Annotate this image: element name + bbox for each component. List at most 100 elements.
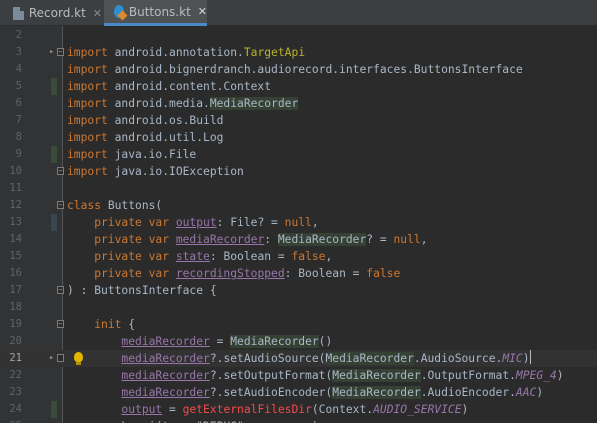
- code-line[interactable]: 13 private var output: File? = null,: [0, 214, 597, 231]
- code-line[interactable]: 9 import java.io.File: [0, 146, 597, 163]
- code-text[interactable]: import android.media.MediaRecorder: [67, 95, 299, 112]
- code-editor[interactable]: 2 3 ▸ − import android.annotation.TargetApi 4…: [0, 26, 597, 423]
- code-line[interactable]: 25 Log.i(tag: "DEBUG", msg: ...): [0, 418, 597, 423]
- code-token: false: [291, 250, 326, 263]
- code-token: MediaRecorder: [325, 352, 414, 365]
- code-text[interactable]: init {: [67, 316, 135, 333]
- code-text[interactable]: mediaRecorder = MediaRecorder(): [67, 333, 332, 350]
- fold-toggle-icon[interactable]: −: [57, 286, 64, 294]
- code-text[interactable]: mediaRecorder?.setOutputFormat(MediaReco…: [67, 367, 564, 384]
- code-line[interactable]: 7 import android.os.Build: [0, 112, 597, 129]
- code-line[interactable]: 12 − class Buttons(: [0, 197, 597, 214]
- code-token: MPEG_4: [515, 369, 557, 382]
- tab-buttons-kt[interactable]: Buttons.kt ✕: [104, 0, 207, 26]
- code-line[interactable]: 5 import android.content.Context: [0, 78, 597, 95]
- code-token: private var: [67, 216, 176, 229]
- code-token: MediaRecorder: [332, 386, 421, 399]
- code-token: AAC: [515, 386, 537, 399]
- code-token: : Boolean =: [284, 267, 367, 280]
- close-tab-icon[interactable]: ✕: [93, 7, 102, 20]
- fold-toggle-icon[interactable]: −: [57, 320, 64, 328]
- vcs-added-marker[interactable]: [51, 146, 57, 163]
- code-text[interactable]: private var output: File? = null,: [67, 214, 318, 231]
- code-text[interactable]: import android.content.Context: [67, 78, 271, 95]
- code-line[interactable]: 24 output = getExternalFilesDir(Context.…: [0, 401, 597, 418]
- code-token: mediaRecorder: [175, 233, 265, 246]
- code-text[interactable]: Log.i(tag: "DEBUG", msg: ...): [67, 418, 318, 423]
- code-line[interactable]: 19 − init {: [0, 316, 597, 333]
- code-token: : File? =: [216, 216, 285, 229]
- tab-record-kt[interactable]: Record.kt ✕: [0, 0, 102, 26]
- code-line[interactable]: 4 import android.bignerdranch.audiorecord…: [0, 61, 597, 78]
- code-token: import: [67, 46, 115, 59]
- code-token: output: [121, 403, 163, 416]
- code-text[interactable]: class Buttons(: [67, 197, 162, 214]
- code-line[interactable]: 14 private var mediaRecorder: MediaRecor…: [0, 231, 597, 248]
- code-token: android.bignerdranch.audiorecord.interfa…: [114, 63, 523, 76]
- code-token: MediaRecorder: [277, 233, 367, 246]
- code-token: import: [67, 114, 115, 127]
- code-line[interactable]: 22 mediaRecorder?.setOutputFormat(MediaR…: [0, 367, 597, 384]
- code-token: TargetApi: [243, 46, 306, 59]
- code-line[interactable]: 16 private var recordingStopped: Boolean…: [0, 265, 597, 282]
- code-token: java.io.File: [114, 148, 197, 161]
- line-number: 20: [9, 335, 22, 347]
- gutter-arrow-icon[interactable]: ▸: [49, 44, 54, 61]
- code-text[interactable]: import android.os.Build: [67, 112, 223, 129]
- code-text[interactable]: private var state: Boolean = false,: [67, 248, 332, 265]
- fold-toggle-icon[interactable]: [57, 354, 64, 362]
- code-token: MediaRecorder: [230, 335, 319, 348]
- code-line[interactable]: 20 mediaRecorder = MediaRecorder(): [0, 333, 597, 350]
- code-line[interactable]: 11: [0, 180, 597, 197]
- line-number: 11: [9, 182, 22, 194]
- fold-toggle-icon[interactable]: −: [57, 201, 64, 209]
- vcs-modified-marker[interactable]: [51, 214, 57, 231]
- close-tab-icon[interactable]: ✕: [198, 5, 207, 18]
- code-line[interactable]: 18: [0, 299, 597, 316]
- code-line[interactable]: 6 import android.media.MediaRecorder: [0, 95, 597, 112]
- code-text[interactable]: private var recordingStopped: Boolean = …: [67, 265, 400, 282]
- code-token: null: [284, 216, 312, 229]
- code-line[interactable]: 10 − import java.io.IOException: [0, 163, 597, 180]
- vcs-added-marker[interactable]: [51, 78, 57, 95]
- code-token: Buttons(: [107, 199, 163, 212]
- ide-window: Record.kt ✕ Buttons.kt ✕ 2 3 ▸ − import andr…: [0, 0, 597, 423]
- code-line[interactable]: 8 import android.util.Log: [0, 129, 597, 146]
- code-text[interactable]: output = getExternalFilesDir(Context.AUD…: [67, 401, 468, 418]
- code-text[interactable]: import android.util.Log: [67, 129, 223, 146]
- code-token: mediaRecorder: [121, 352, 210, 365]
- code-line[interactable]: 17 −) : ButtonsInterface {: [0, 282, 597, 299]
- code-text[interactable]: private var mediaRecorder: MediaRecorder…: [67, 231, 428, 248]
- fold-toggle-icon[interactable]: −: [57, 48, 64, 56]
- code-text[interactable]: import android.annotation.TargetApi: [67, 44, 305, 61]
- code-token: private var: [67, 267, 176, 280]
- code-line[interactable]: 3 ▸ − import android.annotation.TargetApi: [0, 44, 597, 61]
- code-token: android.annotation.: [114, 46, 244, 59]
- code-token: AUDIO_SERVICE: [373, 403, 462, 416]
- code-text[interactable]: mediaRecorder?.setAudioEncoder(MediaReco…: [67, 384, 543, 401]
- code-token: getExternalFilesDir: [182, 403, 312, 416]
- vcs-added-marker[interactable]: [51, 401, 57, 418]
- code-token: ): [461, 403, 469, 416]
- code-text[interactable]: mediaRecorder?.setAudioSource(MediaRecor…: [67, 350, 531, 367]
- code-token: import: [67, 80, 115, 93]
- code-text[interactable]: import java.io.File: [67, 146, 196, 163]
- gutter-arrow-icon[interactable]: ▸: [49, 350, 54, 367]
- code-text[interactable]: import java.io.IOException: [67, 163, 244, 180]
- code-token: import: [67, 97, 115, 110]
- code-token: mediaRecorder: [121, 369, 210, 382]
- code-token: ?.setOutputFormat(: [209, 369, 333, 382]
- code-token: MediaRecorder: [209, 97, 299, 110]
- code-line[interactable]: 2: [0, 27, 597, 44]
- code-line[interactable]: 23 mediaRecorder?.setAudioEncoder(MediaR…: [0, 384, 597, 401]
- code-text[interactable]: import android.bignerdranch.audiorecord.…: [67, 61, 523, 78]
- code-line[interactable]: 21 ▸ mediaRecorder?.setAudioSource(MediaR…: [0, 350, 597, 367]
- code-line[interactable]: 15 private var state: Boolean = false,: [0, 248, 597, 265]
- code-token: recordingStopped: [175, 267, 285, 280]
- code-token: ): [522, 352, 530, 365]
- fold-toggle-icon[interactable]: −: [57, 167, 64, 175]
- code-text[interactable]: ) : ButtonsInterface {: [67, 282, 217, 299]
